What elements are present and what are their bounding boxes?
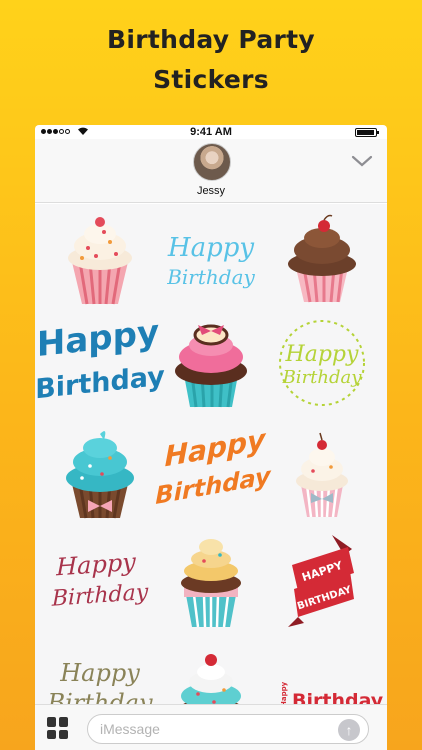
sticker-cupcake-teal[interactable]: [45, 419, 155, 529]
sticker-happy-birthday-lightblue[interactable]: Happy Birthday: [156, 206, 266, 316]
sticker-text-happy-blue: Happy: [37, 312, 159, 365]
app-drawer-icon[interactable]: [47, 717, 69, 739]
promo-title-line2: Stickers: [153, 65, 269, 94]
battery-icon: [355, 128, 379, 137]
sticker-text-happy-maroon: Happy: [55, 548, 136, 582]
conversation-header: Jessy: [35, 139, 387, 203]
sticker-text-happy-olive: Happy: [59, 659, 140, 687]
avatar[interactable]: [193, 143, 231, 181]
sticker-cupcake-pink[interactable]: [45, 206, 155, 316]
chevron-down-icon[interactable]: [351, 153, 373, 169]
promo-title: Birthday Party Stickers: [0, 20, 422, 100]
contact-name[interactable]: Jessy: [35, 185, 387, 197]
sticker-cupcake-chocolate[interactable]: [267, 206, 377, 316]
message-input[interactable]: iMessage ↑: [87, 714, 369, 744]
sticker-text-birthday: Birthday: [166, 265, 255, 289]
sticker-text-birthday-blue: Birthday: [35, 361, 165, 406]
sticker-cupcake-bow[interactable]: [156, 308, 266, 418]
compose-bar: iMessage ↑: [35, 704, 387, 750]
sticker-cupcake-stacked[interactable]: [156, 526, 266, 636]
send-arrow-icon[interactable]: ↑: [338, 719, 360, 741]
sticker-happy-birthday-maroon[interactable]: Happy Birthday: [45, 526, 155, 636]
sticker-text-happy-lime: Happy: [285, 342, 359, 367]
sticker-text-birthday-maroon: Birthday: [51, 580, 149, 612]
status-time: 9:41 AM: [190, 126, 232, 138]
sticker-happy-birthday-lime[interactable]: Happy Birthday: [267, 308, 377, 418]
sticker-text-birthday-lime: Birthday: [282, 367, 363, 388]
sticker-happy-birthday-blue[interactable]: Happy Birthday: [35, 308, 165, 418]
sticker-grid: Happy Birthday Happy Birthday Happy Birt…: [35, 204, 387, 722]
sticker-happy-birthday-ribbon[interactable]: HAPPY BIRTHDAY: [267, 526, 377, 636]
phone-screen: 9:41 AM Jessy Happy Birthday Happy Birth…: [35, 125, 387, 750]
message-input-placeholder: iMessage: [100, 721, 160, 737]
sticker-cupcake-cream[interactable]: [267, 419, 377, 529]
sticker-happy-birthday-orange[interactable]: Happy Birthday: [155, 419, 271, 529]
sticker-text-happy: Happy: [167, 233, 254, 263]
status-bar: 9:41 AM: [35, 125, 387, 139]
promo-title-line1: Birthday Party: [107, 25, 315, 54]
